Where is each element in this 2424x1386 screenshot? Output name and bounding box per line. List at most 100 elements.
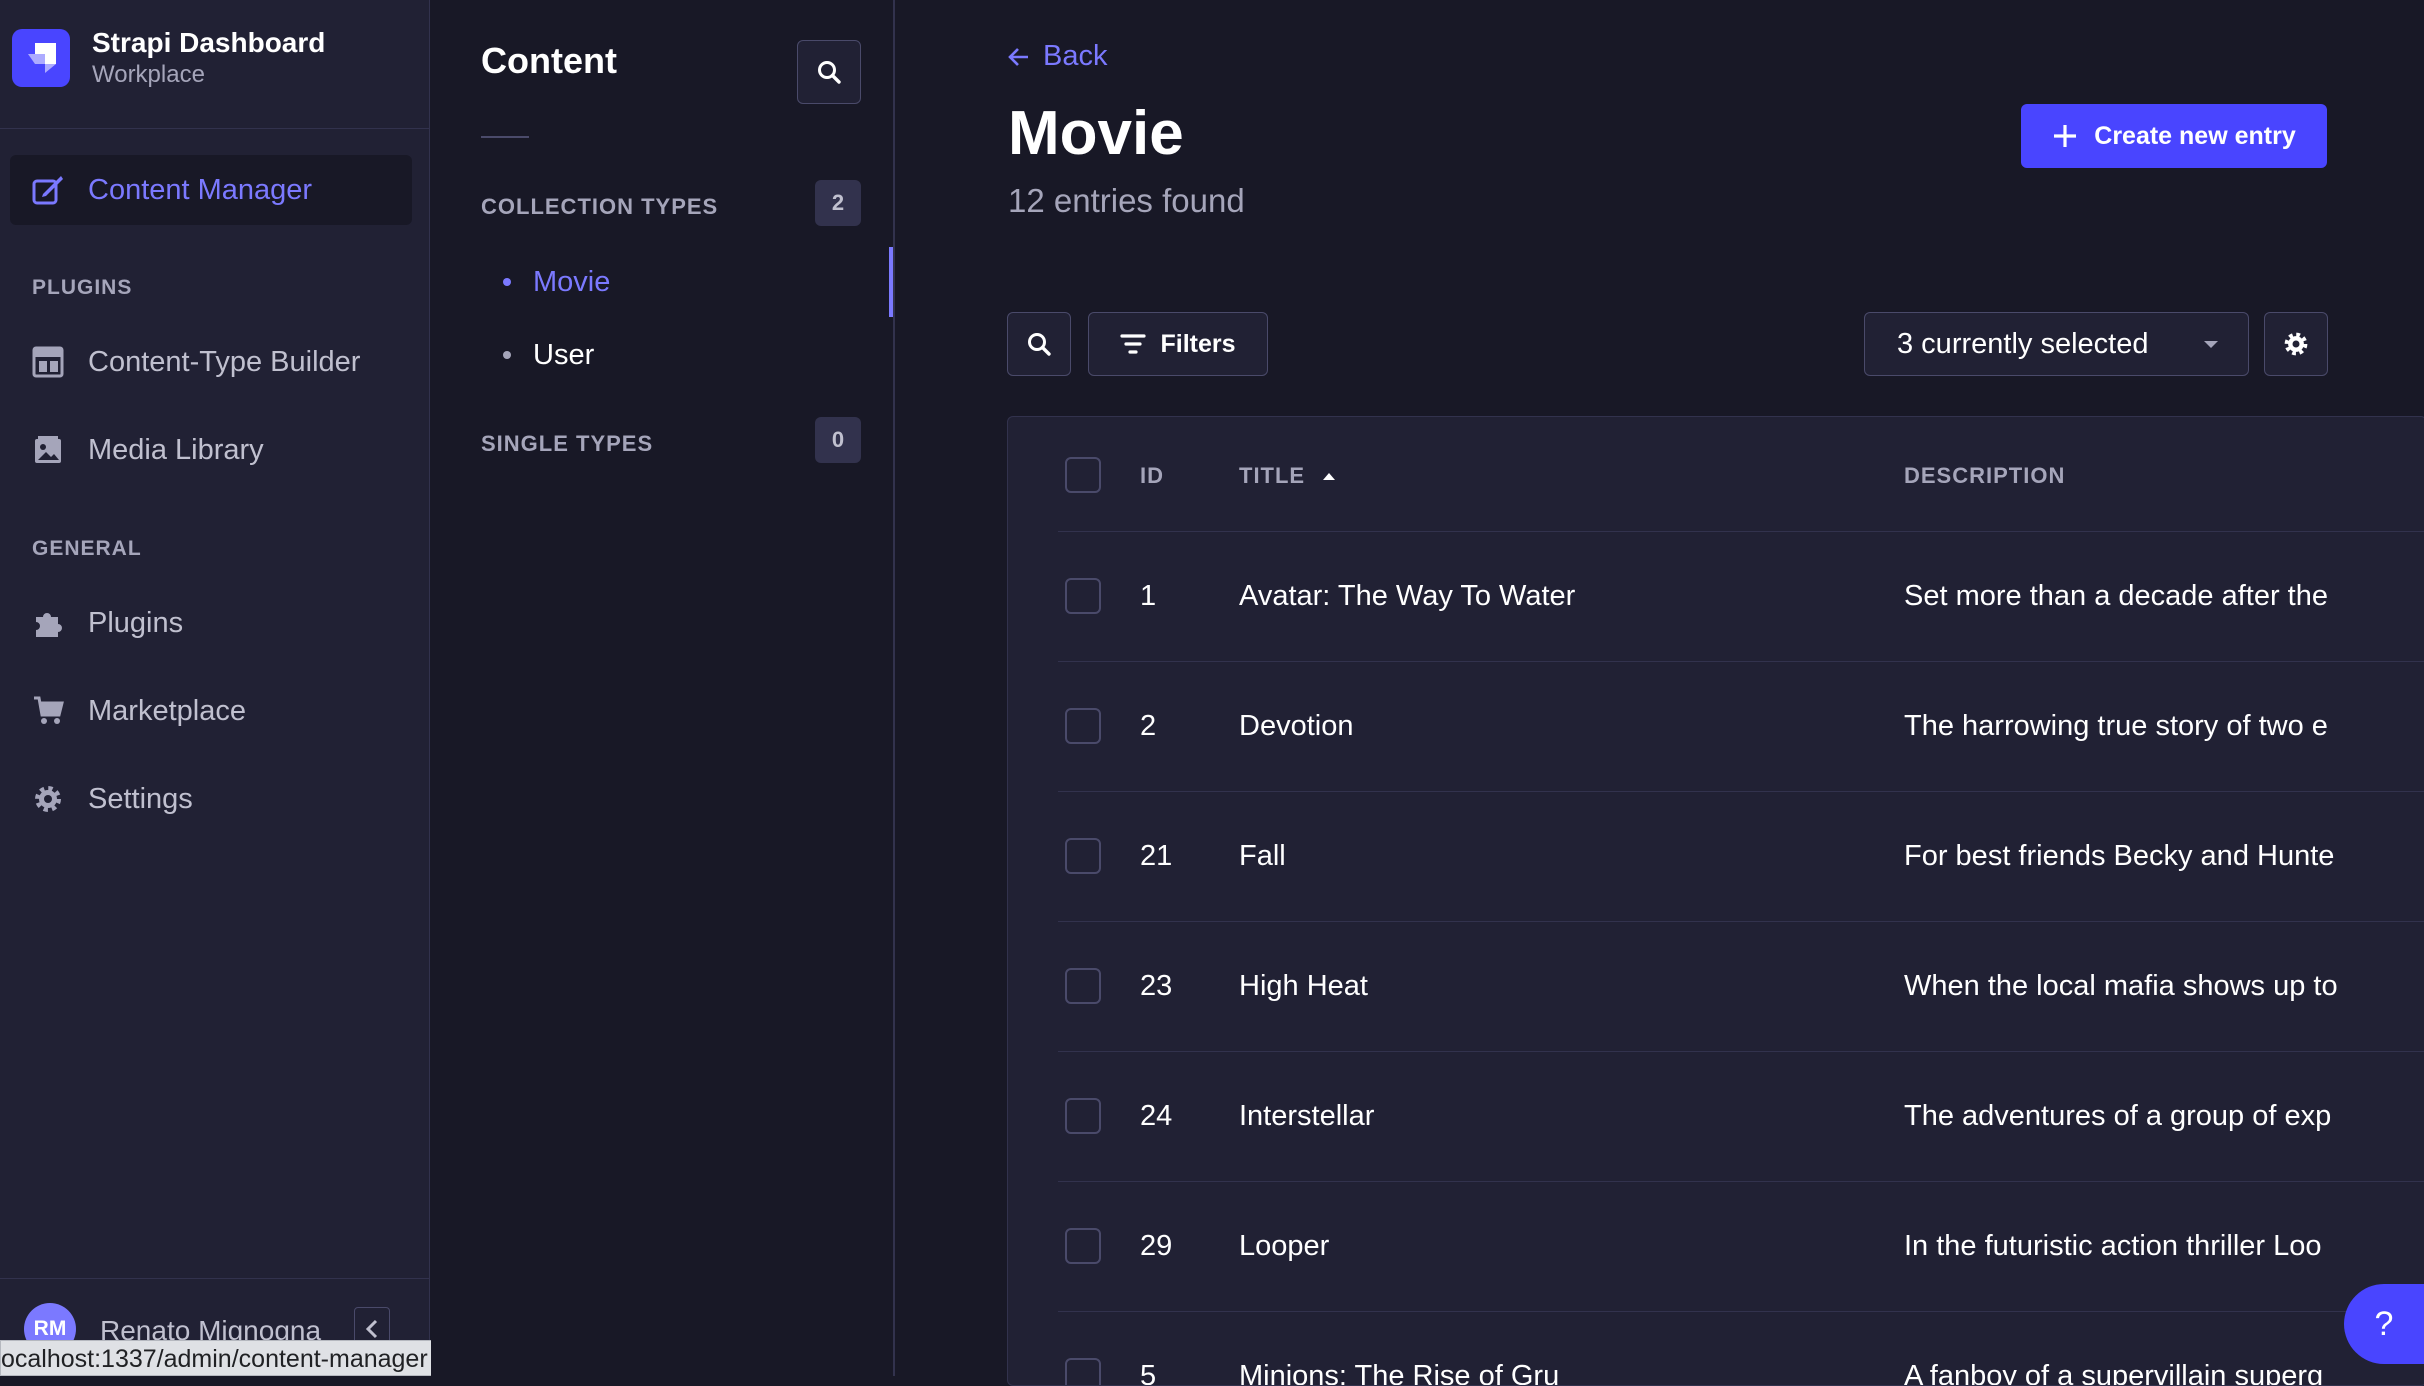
nav-content-type-builder[interactable]: Content-Type Builder bbox=[10, 327, 412, 397]
columns-select-value: 3 currently selected bbox=[1897, 327, 2149, 360]
entries-count: 12 entries found bbox=[1008, 182, 1245, 219]
table-row[interactable]: 5 Minions: The Rise of Gru A fanboy of a… bbox=[1058, 1311, 2424, 1386]
nav-content-manager[interactable]: Content Manager bbox=[10, 155, 412, 225]
table-row[interactable]: 24 Interstellar The adventures of a grou… bbox=[1058, 1051, 2424, 1181]
brand: Strapi Dashboard Workplace bbox=[12, 27, 326, 88]
row-checkbox[interactable] bbox=[1065, 708, 1101, 744]
image-icon bbox=[30, 432, 66, 468]
row-checkbox[interactable] bbox=[1065, 1358, 1101, 1385]
subnav-item-user[interactable]: User bbox=[503, 327, 889, 383]
cart-icon bbox=[30, 693, 66, 729]
list-settings-button[interactable] bbox=[2264, 312, 2328, 376]
row-checkbox[interactable] bbox=[1065, 578, 1101, 614]
nav-media-library[interactable]: Media Library bbox=[10, 415, 412, 485]
arrow-left-icon bbox=[1007, 45, 1031, 69]
bullet-icon bbox=[503, 278, 511, 286]
subnav-search-button[interactable] bbox=[797, 40, 861, 104]
table-row[interactable]: 29 Looper In the futuristic action thril… bbox=[1058, 1181, 2424, 1311]
gear-icon bbox=[2282, 330, 2310, 358]
subnav-item-label: User bbox=[533, 338, 595, 371]
strapi-logo-icon bbox=[12, 29, 70, 87]
back-link[interactable]: Back bbox=[1007, 40, 1107, 73]
nav-section-plugins: PLUGINS bbox=[32, 276, 133, 299]
cell-description: Set more than a decade after the bbox=[1904, 580, 2328, 612]
cell-description: A fanboy of a supervillain superg bbox=[1904, 1360, 2324, 1386]
cell-id: 29 bbox=[1140, 1230, 1173, 1262]
brand-subtitle: Workplace bbox=[92, 61, 205, 88]
cell-description: When the local mafia shows up to bbox=[1904, 970, 2338, 1002]
nav-section-general: GENERAL bbox=[32, 537, 142, 560]
cell-id: 2 bbox=[1140, 710, 1157, 742]
search-icon bbox=[816, 59, 842, 85]
cell-description: For best friends Becky and Hunte bbox=[1904, 840, 2335, 872]
filters-label: Filters bbox=[1160, 329, 1236, 358]
plus-icon bbox=[2052, 123, 2078, 149]
sort-ascending-icon bbox=[1321, 471, 1337, 481]
single-types-heading: SINGLE TYPES bbox=[481, 431, 654, 456]
cell-id: 5 bbox=[1140, 1360, 1157, 1386]
collection-types-count: 2 bbox=[815, 180, 861, 226]
table-row[interactable]: 23 High Heat When the local mafia shows … bbox=[1058, 921, 2424, 1051]
bullet-icon bbox=[503, 351, 511, 359]
nav-label: Media Library bbox=[88, 433, 264, 466]
cell-id: 1 bbox=[1140, 580, 1157, 612]
table-row[interactable]: 1 Avatar: The Way To Water Set more than… bbox=[1058, 531, 2424, 661]
nav-settings[interactable]: Settings bbox=[10, 764, 412, 834]
cell-description: The adventures of a group of exp bbox=[1904, 1100, 2332, 1132]
nav-label: Marketplace bbox=[88, 694, 246, 727]
cell-title: Minions: The Rise of Gru bbox=[1239, 1360, 1560, 1386]
status-url-tooltip: ocalhost:1337/admin/content-manager bbox=[0, 1340, 439, 1376]
divider bbox=[0, 128, 430, 129]
help-button[interactable]: ? bbox=[2344, 1284, 2424, 1364]
subnav-item-label: Movie bbox=[533, 265, 611, 298]
collection-types-heading: COLLECTION TYPES bbox=[481, 194, 719, 219]
row-checkbox[interactable] bbox=[1065, 1228, 1101, 1264]
column-header-title[interactable]: TITLE bbox=[1239, 463, 1337, 489]
puzzle-icon bbox=[30, 605, 66, 641]
table-row[interactable]: 2 Devotion The harrowing true story of t… bbox=[1058, 661, 2424, 791]
nav-label: Content Manager bbox=[88, 173, 313, 206]
gear-icon bbox=[30, 781, 66, 817]
cell-description: In the futuristic action thriller Loo bbox=[1904, 1230, 2322, 1262]
back-label: Back bbox=[1043, 40, 1108, 72]
create-entry-label: Create new entry bbox=[2094, 121, 2296, 150]
cell-title: High Heat bbox=[1239, 970, 1368, 1002]
create-entry-button[interactable]: Create new entry bbox=[2021, 104, 2327, 168]
table-search-button[interactable] bbox=[1007, 312, 1071, 376]
divider bbox=[481, 136, 529, 138]
column-header-id[interactable]: ID bbox=[1140, 463, 1164, 489]
layout-icon bbox=[30, 344, 66, 380]
cell-id: 21 bbox=[1140, 840, 1173, 872]
select-all-checkbox[interactable] bbox=[1065, 457, 1101, 493]
main-navigation: Strapi Dashboard Workplace Content Manag… bbox=[0, 0, 430, 1376]
row-checkbox[interactable] bbox=[1065, 968, 1101, 1004]
subnav-item-movie[interactable]: Movie bbox=[503, 254, 889, 310]
nav-plugins[interactable]: Plugins bbox=[10, 588, 412, 658]
filter-icon bbox=[1120, 333, 1147, 355]
nav-label: Settings bbox=[88, 782, 193, 815]
table-row[interactable]: 21 Fall For best friends Becky and Hunte bbox=[1058, 791, 2424, 921]
cell-title: Avatar: The Way To Water bbox=[1239, 580, 1576, 612]
column-header-description[interactable]: DESCRIPTION bbox=[1904, 463, 2065, 489]
feather-icon bbox=[30, 172, 66, 208]
filters-button[interactable]: Filters bbox=[1088, 312, 1268, 376]
caret-down-icon bbox=[2204, 341, 2218, 348]
cell-title: Looper bbox=[1239, 1230, 1330, 1262]
nav-marketplace[interactable]: Marketplace bbox=[10, 676, 412, 746]
entries-table: ID TITLE DESCRIPTION 1 Avatar: The Way T… bbox=[1007, 416, 2424, 1386]
row-checkbox[interactable] bbox=[1065, 1098, 1101, 1134]
table-header: ID TITLE DESCRIPTION bbox=[1008, 417, 2424, 531]
column-header-label: TITLE bbox=[1239, 463, 1306, 488]
columns-select[interactable]: 3 currently selected bbox=[1864, 312, 2249, 376]
row-checkbox[interactable] bbox=[1065, 838, 1101, 874]
cell-title: Interstellar bbox=[1239, 1100, 1375, 1132]
main-content: Back Movie 12 entries found Create new e… bbox=[897, 0, 2424, 1386]
content-subnav: Content COLLECTION TYPES 2 Movie User SI… bbox=[431, 0, 895, 1376]
nav-label: Plugins bbox=[88, 606, 184, 639]
brand-title: Strapi Dashboard bbox=[92, 27, 326, 58]
single-types-count: 0 bbox=[815, 417, 861, 463]
cell-id: 23 bbox=[1140, 970, 1173, 1002]
cell-id: 24 bbox=[1140, 1100, 1173, 1132]
active-indicator bbox=[889, 247, 893, 317]
nav-label: Content-Type Builder bbox=[88, 345, 361, 378]
